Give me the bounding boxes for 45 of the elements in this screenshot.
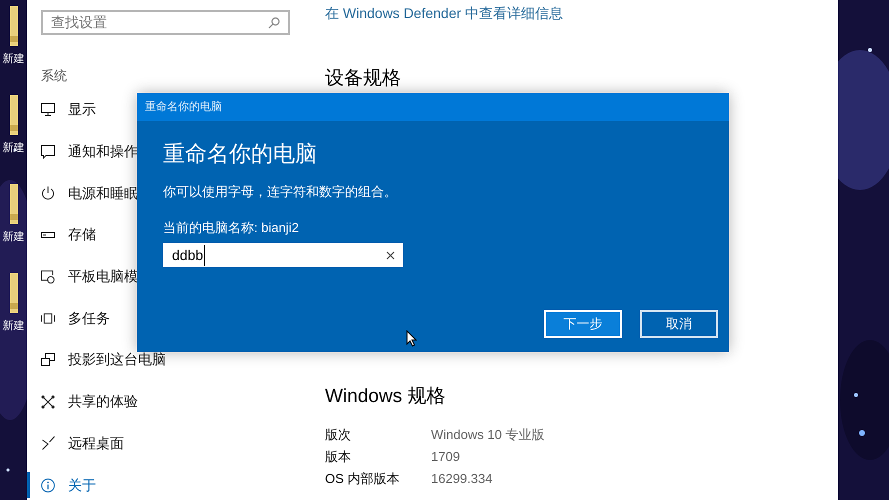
current-name-label: 当前的电脑名称: bianji2 [163,218,299,237]
spec-label: OS 内部版本 [325,470,400,488]
search-field[interactable]: 查找设置 [41,10,290,35]
power-icon [41,186,55,200]
multitask-icon [41,312,55,324]
sidebar-item[interactable]: 关于 [68,474,96,496]
tablet-icon [41,270,55,284]
dialog-description: 你可以使用字母，连字符和数字的组合。 [163,183,397,201]
dialog-button[interactable]: 下一步 [544,310,622,338]
dialog-button[interactable]: 取消 [640,310,718,338]
spec-value: 16299.334 [431,470,492,488]
section-heading: 设备规格 [325,68,401,90]
dialog-heading: 重命名你的电脑 [163,140,317,168]
spec-label: 版次 [325,426,352,444]
sidebar-item[interactable]: 平板电脑模 [68,266,138,288]
sidebar-item[interactable]: 存储 [68,224,96,246]
desktop-icon-label[interactable]: 新建 [2,230,24,244]
sidebar-item[interactable]: 投影到这台电脑 [68,349,166,370]
name-input[interactable]: ddbb [163,243,403,267]
spec-value: 1709 [431,448,460,466]
project-icon [41,353,55,366]
spec-value: Windows 10 专业版 [431,426,544,444]
spec-label: 版本 [325,448,352,466]
section-heading: 系统 [41,67,67,85]
drive-icon [41,232,55,238]
section-heading: Windows 规格 [325,385,446,409]
desktop-icon-label[interactable]: 新建 [2,52,24,66]
dialog-title: 重命名你的电脑 [145,100,222,115]
chat-bubble-icon [41,144,55,159]
clear-icon[interactable] [386,250,395,260]
desktop-icon-label[interactable]: 新建 [2,141,24,155]
sidebar-item[interactable]: 多任务 [68,308,110,329]
remote-desktop-icon [42,436,54,450]
search-icon [268,16,280,28]
sidebar-item[interactable]: 通知和操作 [68,141,138,162]
sidebar-item[interactable]: 电源和睡眠 [68,182,138,204]
sidebar-item[interactable]: 远程桌面 [68,432,124,454]
sidebar-item[interactable]: 共享的体验 [68,391,138,412]
share-icon [41,394,55,409]
monitor-icon [41,103,55,116]
details-link[interactable]: 在 Windows Defender 中查看详细信息 [325,3,564,24]
cursor-icon [406,330,417,347]
desktop-icon-label[interactable]: 新建 [2,319,24,333]
sidebar-item[interactable]: 显示 [68,99,96,120]
info-icon [41,478,55,493]
